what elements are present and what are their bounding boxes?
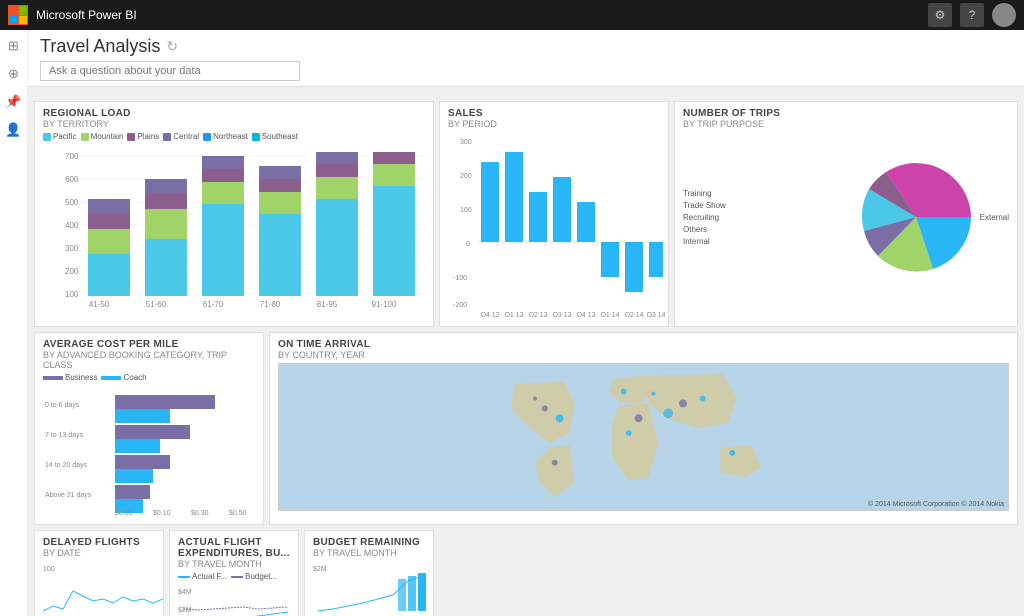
avg-cost-subtitle: BY ADVANCED BOOKING CATEGORY, TRIP CLASS [43, 350, 255, 370]
svg-text:$0.00: $0.00 [115, 510, 133, 515]
svg-text:0 to 6 days: 0 to 6 days [45, 402, 80, 409]
svg-text:$2M: $2M [178, 607, 192, 614]
svg-text:$0.50: $0.50 [229, 510, 247, 515]
svg-text:Q3 14: Q3 14 [646, 312, 665, 317]
expenditures-subtitle: BY TRAVEL MONTH [178, 559, 290, 569]
sales-subtitle: BY PERIOD [448, 119, 660, 129]
budget-rem-small-title: Budget Remaining [313, 537, 425, 548]
expenditures-title: Actual Flight Expenditures, Bu... [178, 537, 290, 559]
regional-load-title: Regional Load [43, 108, 425, 119]
delayed-chart: 100 Jan 2014 [43, 561, 163, 616]
svg-text:41-50: 41-50 [89, 300, 110, 309]
card-budget-remaining-small: Budget Remaining BY TRAVEL MONTH $2M [304, 530, 434, 616]
card-number-of-trips: Number of Trips BY TRIP PURPOSE Training… [674, 101, 1018, 327]
dashboard-main: Regional Load BY TERRITORY Pacific Mount… [28, 95, 1024, 616]
row3-spacer [439, 530, 1018, 616]
card-sales: Sales BY PERIOD 300 200 100 0 -100 -200 [439, 101, 669, 327]
svg-text:700: 700 [65, 152, 79, 161]
regional-load-legend: Pacific Mountain Plains Central Northeas… [43, 132, 425, 141]
on-time-map [279, 364, 1008, 510]
svg-text:Q2 13: Q2 13 [528, 312, 547, 317]
svg-text:200: 200 [65, 267, 79, 276]
trips-title: Number of Trips [683, 108, 1009, 119]
sidebar-home-icon[interactable]: ⊞ [4, 36, 24, 56]
svg-text:Q4 12: Q4 12 [480, 312, 499, 317]
refresh-icon[interactable]: ↻ [166, 38, 178, 55]
svg-text:7 to 13 days: 7 to 13 days [45, 432, 84, 439]
svg-text:600: 600 [65, 175, 79, 184]
svg-text:Q1 14: Q1 14 [600, 312, 619, 317]
card-delayed-flights: Delayed Flights BY DATE 100 Jan 2014 [34, 530, 164, 616]
delayed-subtitle: BY DATE [43, 548, 155, 558]
card-regional-load: Regional Load BY TERRITORY Pacific Mount… [34, 101, 434, 327]
page-title: Travel Analysis [40, 36, 160, 57]
sales-title: Sales [448, 108, 660, 119]
on-time-title: On Time Arrival [278, 339, 1009, 350]
help-icon[interactable]: ? [960, 3, 984, 27]
svg-text:$0.30: $0.30 [191, 510, 209, 515]
sidebar-pin-icon[interactable]: 📌 [4, 92, 24, 112]
avg-cost-legend: Business Coach [43, 373, 255, 382]
svg-text:100: 100 [43, 566, 55, 573]
svg-text:$0.10: $0.10 [153, 510, 171, 515]
budget-rem-small-subtitle: BY TRAVEL MONTH [313, 548, 425, 558]
map-copyright: © 2014 Microsoft Corporation © 2014 Noki… [868, 501, 1004, 508]
svg-text:Q1 13: Q1 13 [504, 312, 523, 317]
page-header: Travel Analysis ↻ [28, 30, 1024, 87]
card-avg-cost: Average Cost Per Mile BY ADVANCED BOOKIN… [34, 332, 264, 525]
card-on-time-arrival: On Time Arrival BY COUNTRY, YEAR [269, 332, 1018, 525]
svg-text:100: 100 [65, 290, 79, 299]
svg-text:91-100: 91-100 [372, 300, 397, 309]
ms-logo [8, 5, 28, 25]
expenditures-legend: Actual F... Budget... [178, 572, 290, 581]
gear-icon[interactable]: ⚙ [928, 3, 952, 27]
svg-text:500: 500 [65, 198, 79, 207]
regional-load-chart: 700 600 500 400 300 200 100 [43, 144, 427, 309]
svg-text:200: 200 [460, 173, 472, 180]
on-time-subtitle: BY COUNTRY, YEAR [278, 350, 1009, 360]
svg-text:Q3 13: Q3 13 [552, 312, 571, 317]
regional-load-subtitle: BY TERRITORY [43, 119, 425, 129]
svg-text:14 to 20 days: 14 to 20 days [45, 462, 88, 469]
svg-text:51-60: 51-60 [146, 300, 167, 309]
trips-pie-chart [856, 157, 976, 277]
dashboard-row-2: Average Cost Per Mile BY ADVANCED BOOKIN… [34, 332, 1018, 525]
sidebar: ⊞ ⊕ 📌 👤 [0, 30, 28, 616]
sidebar-person-icon[interactable]: 👤 [4, 120, 24, 140]
sidebar-search-icon[interactable]: ⊕ [4, 64, 24, 84]
sales-chart: 300 200 100 0 -100 -200 Q4 12 [448, 132, 666, 317]
svg-text:71-80: 71-80 [260, 300, 281, 309]
card-expenditures: Actual Flight Expenditures, Bu... BY TRA… [169, 530, 299, 616]
svg-text:400: 400 [65, 221, 79, 230]
svg-text:Q4 13: Q4 13 [576, 312, 595, 317]
svg-text:$2M: $2M [313, 566, 327, 573]
svg-text:-200: -200 [453, 302, 467, 309]
avg-cost-title: Average Cost Per Mile [43, 339, 255, 350]
svg-text:$4M: $4M [178, 589, 192, 596]
delayed-title: Delayed Flights [43, 537, 155, 548]
dashboard-row-1: Regional Load BY TERRITORY Pacific Mount… [34, 101, 1018, 327]
topbar: Microsoft Power BI ⚙ ? [0, 0, 1024, 30]
svg-text:Above 21 days: Above 21 days [45, 492, 92, 499]
svg-text:0: 0 [466, 241, 470, 248]
trips-subtitle: BY TRIP PURPOSE [683, 119, 1009, 129]
svg-text:300: 300 [460, 139, 472, 146]
budget-rem-small-chart: $2M [313, 561, 433, 616]
avg-cost-chart: 0 to 6 days 7 to 13 days 14 to 20 days A… [43, 385, 261, 515]
expenditures-chart: $4M $2M 2013 2014 [178, 584, 298, 616]
app-title: Microsoft Power BI [36, 8, 137, 22]
svg-text:Q2 14: Q2 14 [624, 312, 643, 317]
svg-text:300: 300 [65, 244, 79, 253]
user-avatar[interactable] [992, 3, 1016, 27]
search-input[interactable] [40, 61, 300, 81]
svg-text:100: 100 [460, 207, 472, 214]
svg-text:-100: -100 [453, 275, 467, 282]
dashboard-row-3: Delayed Flights BY DATE 100 Jan 2014 Act… [34, 530, 1018, 616]
svg-text:61-70: 61-70 [203, 300, 224, 309]
svg-text:81-95: 81-95 [317, 300, 338, 309]
